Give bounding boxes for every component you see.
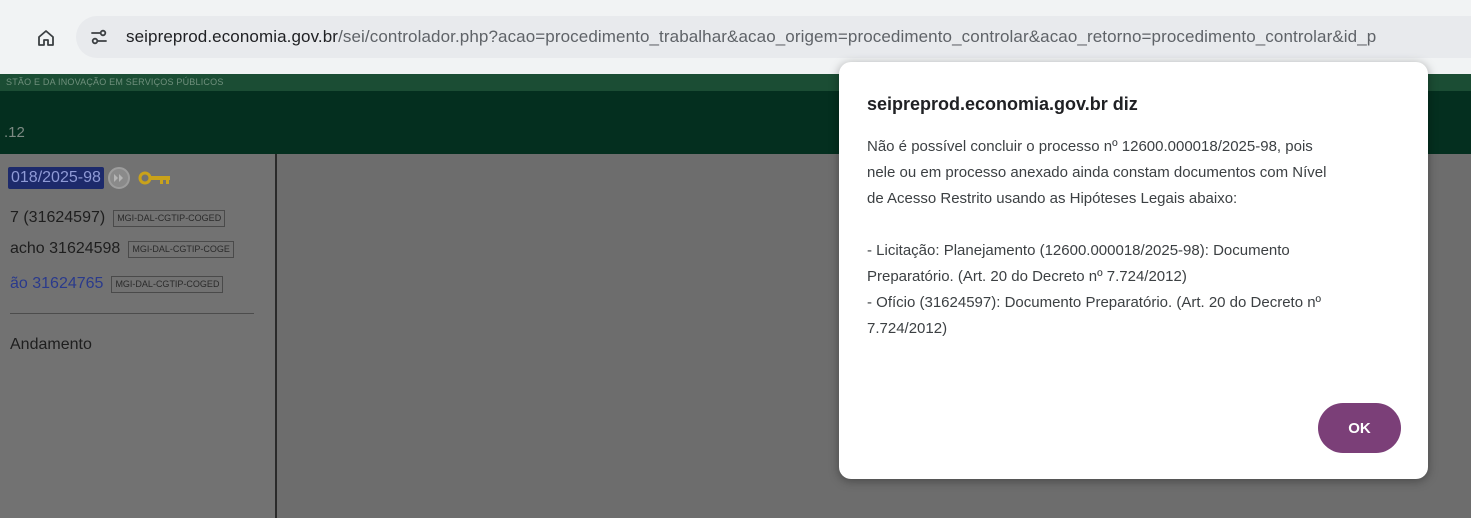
dialog-title: seipreprod.economia.gov.br diz [867,94,1138,114]
document-label[interactable]: 7 (31624597) [10,209,105,227]
message-line: Não é possível concluir o processo nº 12… [867,138,1313,155]
home-button[interactable] [32,24,60,52]
unit-tag: MGI-DAL-CGTIP-COGED [113,209,226,227]
message-line: - Licitação: Planejamento (12600.000018/… [867,242,1290,259]
address-bar[interactable]: seipreprod.economia.gov.br/sei/controlad… [76,16,1471,58]
unit-tag: MGI-DAL-CGTIP-COGE [128,240,234,258]
unit-tag: MGI-DAL-CGTIP-COGED [111,275,224,293]
url-text: seipreprod.economia.gov.br/sei/controlad… [126,27,1376,47]
message-line: 7.724/2012) [867,320,948,337]
document-label[interactable]: acho 31624598 [10,240,120,258]
tree-document-item[interactable]: acho 31624598 MGI-DAL-CGTIP-COGE [10,237,234,261]
message-line: - Ofício (31624597): Documento Preparató… [867,294,1322,311]
message-line: de Acesso Restrito usando as Hipóteses L… [867,190,1238,207]
tree-document-item[interactable]: ão 31624765 MGI-DAL-CGTIP-COGED [10,272,224,296]
forward-circle-icon[interactable] [107,167,130,189]
tune-icon [91,29,107,45]
tree-document-item[interactable]: 7 (31624597) MGI-DAL-CGTIP-COGED [10,206,226,230]
ok-button[interactable]: OK [1318,403,1401,453]
alert-dialog: seipreprod.economia.gov.br diz Não é pos… [839,62,1428,479]
message-line: Preparatório. (Art. 20 do Decreto nº 7.7… [867,268,1187,285]
message-line: nele ou em processo anexado ainda consta… [867,164,1327,181]
process-tree: 018/2025-98 7 (31624597) MGI-DAL-CGTIP-C… [0,154,275,518]
url-path: /sei/controlador.php?acao=procedimento_t… [338,27,1377,46]
key-icon[interactable] [138,171,172,185]
process-number[interactable]: 018/2025-98 [8,167,104,189]
dialog-message: Não é possível concluir o processo nº 12… [867,134,1412,342]
banner-text: STÃO E DA INOVAÇÃO EM SERVIÇOS PÚBLICOS [6,77,224,87]
site-info-button[interactable] [86,24,112,50]
system-version: .12 [4,124,25,141]
andamento-link[interactable]: Andamento [10,336,92,354]
message-line [867,212,1412,238]
home-icon [38,30,54,46]
tree-divider-line [10,313,254,314]
process-node[interactable]: 018/2025-98 [8,166,172,190]
document-label[interactable]: ão 31624765 [10,275,103,293]
url-host: seipreprod.economia.gov.br [126,27,339,46]
